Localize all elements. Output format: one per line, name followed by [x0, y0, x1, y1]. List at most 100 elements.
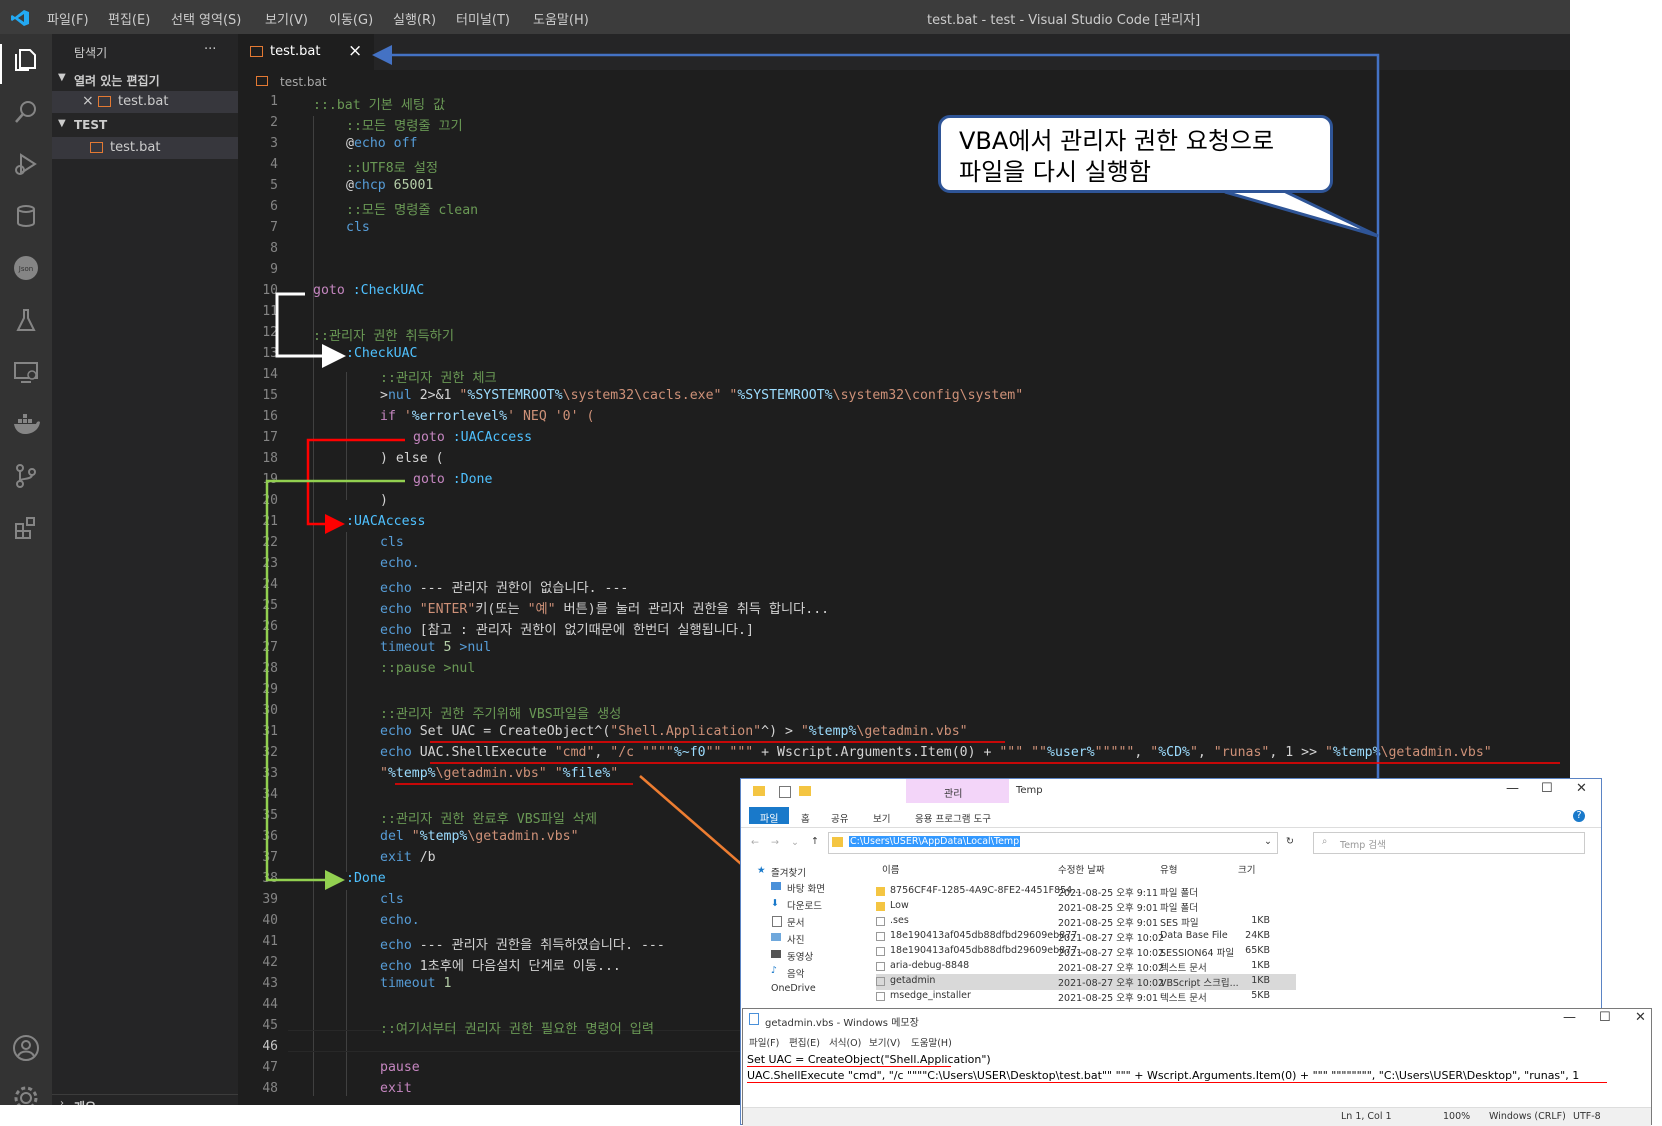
new-folder-icon[interactable]: [799, 786, 811, 796]
file-row[interactable]: 18e190413af045db88dfbd29609eb877 2021-08-…: [876, 929, 1296, 945]
file-name: 8756CF4F-1285-4A9C-8FE2-4451F854...: [890, 885, 1082, 896]
file-row[interactable]: aria-debug-8848 2021-08-27 오후 10:02 텍스트 문서…: [876, 959, 1296, 975]
file-icon: [876, 977, 885, 986]
status-encoding: UTF-8: [1573, 1111, 1601, 1122]
notepad-menu-file[interactable]: 파일(F): [749, 1035, 779, 1049]
status-position: Ln 1, Col 1: [1341, 1111, 1392, 1122]
properties-icon[interactable]: [779, 786, 791, 798]
explorer-title: Temp: [1016, 785, 1043, 796]
status-zoom: 100%: [1443, 1111, 1471, 1122]
notepad-titlebar: getadmin.vbs - Windows 메모장 — ☐ ✕: [743, 1009, 1651, 1031]
file-icon: [876, 962, 885, 971]
file-icon: [876, 947, 885, 956]
file-date: 2021-08-25 오후 9:01: [1058, 993, 1159, 1004]
file-name: .ses: [890, 915, 909, 926]
file-type: 파일 폴더: [1160, 903, 1198, 914]
notepad-statusbar: Ln 1, Col 1 100% Windows (CRLF) UTF-8: [743, 1107, 1651, 1126]
manage-tab[interactable]: 관리: [906, 779, 1009, 803]
file-type: 텍스트 문서: [1160, 993, 1207, 1004]
file-name: aria-debug-8848: [890, 960, 970, 971]
forward-arrow-icon[interactable]: →: [771, 837, 779, 848]
file-row[interactable]: 18e190413af045db88dfbd29609eb877... 2021-…: [876, 944, 1296, 960]
documents-icon: [772, 916, 782, 927]
file-row[interactable]: 8756CF4F-1285-4A9C-8FE2-4451F854... 2021-…: [876, 884, 1296, 900]
file-icon: [876, 992, 885, 1001]
notepad-menubar: 파일(F) 편집(E) 서식(O) 보기(V) 도움말(H): [743, 1031, 1651, 1049]
maximize-button[interactable]: ☐: [1541, 781, 1553, 796]
ribbon-tab-file[interactable]: 파일: [749, 807, 789, 825]
ribbon-tab-label: 파일: [760, 814, 779, 825]
nav-item-videos[interactable]: 동영상: [787, 949, 813, 963]
file-icon: [876, 932, 885, 941]
callout-line-1: VBA에서 관리자 권한 요청으로: [959, 127, 1275, 155]
search-icon: ⌕: [1322, 836, 1328, 847]
up-arrow-icon[interactable]: ↑: [811, 836, 819, 847]
notepad-window: getadmin.vbs - Windows 메모장 — ☐ ✕ 파일(F) 편…: [742, 1008, 1652, 1126]
nav-item-pictures[interactable]: 사진: [787, 932, 804, 946]
address-bar[interactable]: C:\Users\USER\AppData\Local\Temp ⌄: [828, 832, 1278, 854]
search-box[interactable]: ⌕ Temp 검색: [1313, 832, 1585, 854]
explorer-titlebar: 관리 Temp — ☐ ✕: [741, 779, 1601, 805]
close-button[interactable]: ✕: [1576, 781, 1587, 796]
notepad-menu-view[interactable]: 보기(V): [869, 1035, 900, 1049]
file-row[interactable]: Low 2021-08-25 오후 9:01 파일 폴더: [876, 899, 1296, 915]
close-button[interactable]: ✕: [1635, 1010, 1646, 1025]
nav-item-documents[interactable]: 문서: [787, 915, 804, 929]
file-icon: [876, 917, 885, 926]
notepad-line-1: Set UAC = CreateObject("Shell.Applicatio…: [747, 1053, 991, 1066]
file-size: 24KB: [1245, 930, 1270, 941]
file-name: 18e190413af045db88dfbd29609eb877...: [890, 945, 1087, 956]
file-row[interactable]: msedge_installer 2021-08-25 오후 9:01 텍스트 문서…: [876, 989, 1296, 1005]
ribbon-tabs: 파일 홈 공유 보기 응용 프로그램 도구 ?: [741, 805, 1601, 828]
refresh-icon[interactable]: ↻: [1286, 836, 1294, 847]
notepad-menu-edit[interactable]: 편집(E): [789, 1035, 820, 1049]
file-row[interactable]: getadmin 2021-08-27 오후 10:02 VBScript 스크립.…: [876, 974, 1296, 990]
file-date: 2021-08-27 오후 10:02: [1058, 933, 1165, 944]
ribbon-tab-view[interactable]: 보기: [873, 811, 890, 825]
ribbon-tab-share[interactable]: 공유: [831, 811, 848, 825]
videos-icon: [771, 950, 781, 958]
goto-checkuac-arrow: [275, 292, 346, 368]
notepad-menu-format[interactable]: 서식(O): [829, 1035, 861, 1049]
nav-item-desktop[interactable]: 바탕 화면: [787, 881, 825, 895]
nav-item-music[interactable]: 음악: [787, 966, 804, 980]
column-size[interactable]: 크기: [1238, 862, 1255, 876]
file-row[interactable]: .ses 2021-08-25 오후 9:01 SES 파일 1KB: [876, 914, 1296, 930]
desktop-icon: [771, 882, 781, 890]
callout-box: VBA에서 관리자 권한 요청으로 파일을 다시 실행함: [938, 115, 1333, 193]
file-type: VBScript 스크립...: [1160, 978, 1239, 989]
address-text: C:\Users\USER\AppData\Local\Temp: [849, 836, 1021, 847]
nav-item-downloads[interactable]: 다운로드: [787, 898, 822, 912]
file-name: getadmin: [890, 975, 936, 986]
notepad-menu-help[interactable]: 도움말(H): [911, 1035, 952, 1049]
maximize-button[interactable]: ☐: [1599, 1010, 1611, 1025]
file-size: 1KB: [1251, 975, 1270, 986]
file-date: 2021-08-25 오후 9:01: [1058, 918, 1159, 929]
file-size: 1KB: [1251, 915, 1270, 926]
ribbon-tab-app-tools[interactable]: 응용 프로그램 도구: [915, 811, 991, 825]
back-arrow-icon[interactable]: ←: [751, 837, 759, 848]
underline-1: [747, 1066, 951, 1067]
file-date: 2021-08-25 오후 9:01: [1058, 903, 1159, 914]
column-name[interactable]: 이름: [882, 862, 899, 876]
notepad-text-area[interactable]: Set UAC = CreateObject("Shell.Applicatio…: [743, 1049, 1651, 1107]
notepad-line-2: UAC.ShellExecute "cmd", "/c """"C:\Users…: [747, 1069, 1580, 1082]
nav-item-onedrive[interactable]: OneDrive: [771, 983, 816, 994]
help-icon[interactable]: ?: [1573, 810, 1585, 822]
minimize-button[interactable]: —: [1506, 781, 1519, 796]
ribbon-tab-home[interactable]: 홈: [801, 811, 810, 825]
file-type: SESSION64 파일: [1160, 948, 1235, 959]
folder-icon: [753, 786, 765, 796]
pictures-icon: [771, 933, 781, 941]
search-placeholder: Temp 검색: [1340, 840, 1386, 851]
quick-access-star-icon: ★: [757, 865, 766, 876]
goto-done-arrow: [265, 479, 405, 890]
column-date[interactable]: 수정한 날짜: [1058, 862, 1105, 876]
file-date: 2021-08-27 오후 10:02: [1058, 978, 1165, 989]
nav-item-quick-access[interactable]: 즐겨찾기: [771, 865, 806, 879]
column-type[interactable]: 유형: [1160, 862, 1177, 876]
manage-label: 관리: [944, 789, 963, 800]
recent-dropdown-icon[interactable]: ⌄: [791, 837, 799, 848]
minimize-button[interactable]: —: [1563, 1010, 1576, 1025]
notepad-icon: [749, 1013, 759, 1025]
